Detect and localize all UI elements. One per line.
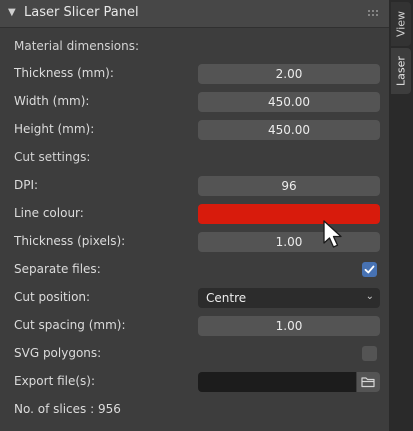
row-height-mm: Height (mm): 450.00	[0, 118, 389, 142]
cut-position-label: Cut position:	[14, 290, 91, 304]
row-export-files: Export file(s):	[0, 370, 389, 394]
row-slice-count: No. of slices : 956	[0, 398, 389, 422]
row-cut-position: Cut position: Centre ⌄	[0, 286, 389, 310]
cut-settings-heading: Cut settings:	[14, 150, 91, 164]
tab-view[interactable]: View	[391, 2, 411, 46]
chevron-down-icon: ⌄	[365, 291, 374, 302]
svg-polygons-label: SVG polygons:	[14, 346, 102, 360]
browse-folder-button[interactable]	[357, 372, 380, 392]
material-dimensions-heading: Material dimensions:	[14, 39, 140, 53]
row-width-mm: Width (mm): 450.00	[0, 90, 389, 114]
row-dpi: DPI: 96	[0, 174, 389, 198]
checkmark-icon	[364, 265, 375, 274]
height-mm-field[interactable]: 450.00	[198, 120, 380, 140]
section-material: Material dimensions:	[0, 35, 389, 59]
panel-header[interactable]: ▼ Laser Slicer Panel	[0, 0, 389, 28]
thickness-mm-field[interactable]: 2.00	[198, 64, 380, 84]
panel-title: Laser Slicer Panel	[24, 5, 139, 20]
line-colour-label: Line colour:	[14, 206, 84, 220]
separate-files-checkbox[interactable]	[362, 262, 377, 277]
tab-laser[interactable]: Laser	[391, 48, 411, 94]
mouse-pointer-icon	[323, 220, 342, 248]
thickness-mm-label: Thickness (mm):	[14, 66, 114, 80]
line-colour-swatch[interactable]	[198, 204, 380, 224]
separate-files-label: Separate files:	[14, 262, 101, 276]
cut-spacing-field[interactable]: 1.00	[198, 316, 380, 336]
slice-count-text: No. of slices : 956	[14, 402, 121, 416]
width-mm-field[interactable]: 450.00	[198, 92, 380, 112]
svg-polygons-checkbox[interactable]	[362, 346, 377, 361]
width-mm-label: Width (mm):	[14, 94, 90, 108]
collapse-triangle-icon[interactable]: ▼	[8, 7, 16, 18]
laser-slicer-panel: ▼ Laser Slicer Panel Material dimensions…	[0, 0, 389, 431]
cut-spacing-label: Cut spacing (mm):	[14, 318, 126, 332]
tab-view-label: View	[394, 10, 408, 38]
row-thickness-mm: Thickness (mm): 2.00	[0, 62, 389, 86]
sidebar-tabs: View Laser	[389, 0, 413, 431]
cut-position-select[interactable]: Centre ⌄	[198, 288, 380, 308]
folder-icon	[361, 377, 375, 388]
thickness-px-field[interactable]: 1.00	[198, 232, 380, 252]
height-mm-label: Height (mm):	[14, 122, 95, 136]
cut-position-value: Centre	[206, 291, 247, 305]
row-separate-files: Separate files:	[0, 258, 389, 282]
dpi-field[interactable]: 96	[198, 176, 380, 196]
export-files-label: Export file(s):	[14, 374, 96, 388]
dpi-label: DPI:	[14, 178, 39, 192]
drag-grip-icon[interactable]	[367, 9, 379, 17]
export-file-path-input[interactable]	[198, 372, 356, 392]
row-svg-polygons: SVG polygons:	[0, 342, 389, 366]
row-cut-spacing: Cut spacing (mm): 1.00	[0, 314, 389, 338]
section-cut: Cut settings:	[0, 146, 389, 170]
tab-laser-label: Laser	[394, 56, 408, 86]
thickness-px-label: Thickness (pixels):	[14, 234, 126, 248]
